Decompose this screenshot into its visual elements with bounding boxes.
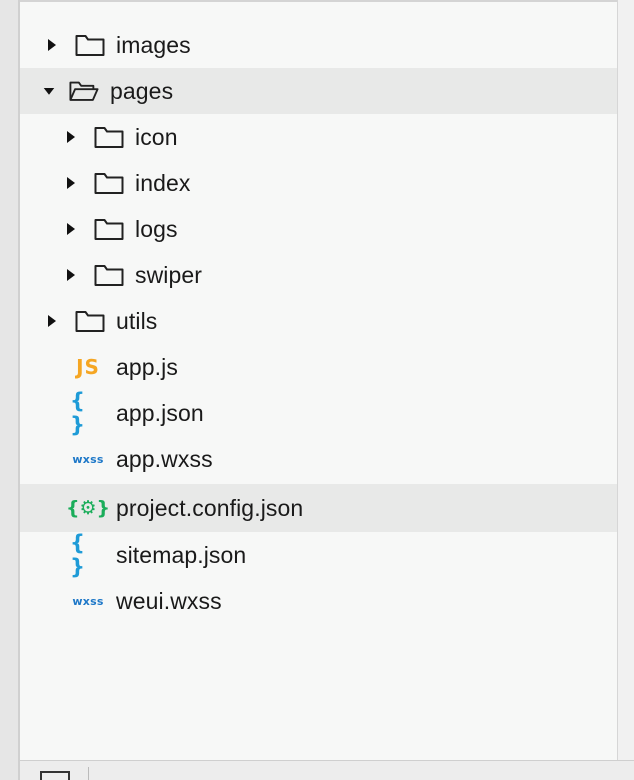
- json-file-icon: { }: [70, 389, 88, 437]
- tree-item-icon[interactable]: icon: [20, 114, 618, 160]
- wxss-file-icon: wxss: [72, 452, 104, 466]
- tree-item-label: index: [135, 169, 191, 196]
- caret-right-icon[interactable]: [65, 129, 77, 145]
- config-file-icon: {⚙}: [65, 497, 111, 519]
- folder-icon: [94, 125, 124, 149]
- tree-item-index[interactable]: index: [20, 160, 618, 206]
- tree-item-label: swiper: [135, 261, 203, 288]
- tree-item-label: app.js: [116, 353, 178, 380]
- tree-item-pages[interactable]: pages: [20, 68, 618, 114]
- json-file-icon: { }: [70, 531, 88, 579]
- activity-bar: [0, 0, 20, 780]
- tree-item-weui-wxss[interactable]: wxss weui.wxss: [20, 578, 618, 624]
- tree-item-label: images: [116, 31, 191, 58]
- folder-icon: [94, 217, 124, 241]
- tree-item-sitemap-json[interactable]: { } sitemap.json: [20, 531, 618, 579]
- tree-item-app-js[interactable]: JS app.js: [20, 344, 618, 390]
- tree-item-app-json[interactable]: { } app.json: [20, 389, 618, 437]
- tree-item-images[interactable]: images: [20, 22, 618, 68]
- js-file-icon: JS: [76, 355, 100, 379]
- caret-right-icon[interactable]: [46, 37, 58, 53]
- bottom-panel-tabs: [20, 760, 634, 780]
- caret-right-icon[interactable]: [65, 221, 77, 237]
- caret-right-icon[interactable]: [46, 313, 58, 329]
- editor-window: images pages icon index logs swiper util…: [0, 0, 634, 780]
- tree-item-project-config-json[interactable]: {⚙} project.config.json: [20, 484, 618, 532]
- divider: [88, 767, 89, 780]
- tree-item-label: logs: [135, 215, 178, 242]
- caret-down-icon[interactable]: [43, 83, 55, 99]
- tree-item-label: utils: [116, 307, 158, 334]
- folder-icon: [75, 33, 105, 57]
- caret-right-icon[interactable]: [65, 267, 77, 283]
- scrollbar-track[interactable]: [617, 0, 634, 760]
- tree-item-app-wxss[interactable]: wxss app.wxss: [20, 436, 618, 482]
- tree-item-label: sitemap.json: [116, 541, 247, 568]
- tree-item-label: icon: [135, 123, 178, 150]
- tree-item-label: weui.wxss: [116, 587, 222, 614]
- file-explorer-panel: images pages icon index logs swiper util…: [20, 0, 618, 762]
- folder-open-icon: [69, 79, 99, 103]
- folder-icon: [94, 171, 124, 195]
- tree-item-label: app.wxss: [116, 445, 213, 472]
- wxss-file-icon: wxss: [72, 594, 104, 608]
- tree-item-label: pages: [110, 77, 174, 104]
- tree-item-swiper[interactable]: swiper: [20, 252, 618, 298]
- folder-icon: [94, 263, 124, 287]
- tree-item-logs[interactable]: logs: [20, 206, 618, 252]
- caret-right-icon[interactable]: [65, 175, 77, 191]
- tree-item-label: app.json: [116, 399, 204, 426]
- folder-icon: [75, 309, 105, 333]
- tree-item-label: project.config.json: [116, 494, 304, 521]
- panel-toggle-icon[interactable]: [40, 771, 70, 780]
- tree-item-utils[interactable]: utils: [20, 298, 618, 344]
